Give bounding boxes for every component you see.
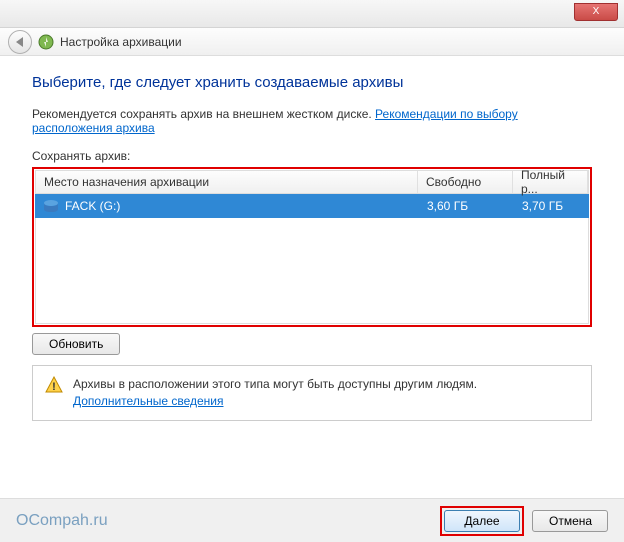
cell-total: 3,70 ГБ xyxy=(514,199,589,213)
table-header: Место назначения архивации Свободно Полн… xyxy=(35,170,589,194)
next-highlight: Далее xyxy=(440,506,524,536)
warning-link[interactable]: Дополнительные сведения xyxy=(73,394,223,408)
back-button[interactable] xyxy=(8,30,32,54)
page-heading: Выберите, где следует хранить создаваемы… xyxy=(32,74,592,91)
refresh-button[interactable]: Обновить xyxy=(32,333,120,355)
cancel-button[interactable]: Отмена xyxy=(532,510,608,532)
destination-table: Место назначения архивации Свободно Полн… xyxy=(32,167,592,327)
wizard-title: Настройка архивации xyxy=(60,35,182,49)
warning-text: Архивы в расположении этого типа могут б… xyxy=(73,376,477,410)
table-row[interactable]: FACK (G:) 3,60 ГБ 3,70 ГБ xyxy=(35,194,589,218)
disk-icon xyxy=(43,199,59,213)
footer: OCompah.ru Далее Отмена xyxy=(0,498,624,542)
wizard-header: Настройка архивации xyxy=(0,28,624,56)
cell-free: 3,60 ГБ xyxy=(419,199,514,213)
table-empty-area xyxy=(35,218,589,324)
save-label: Сохранять архив: xyxy=(32,149,592,163)
warning-box: ! Архивы в расположении этого типа могут… xyxy=(32,365,592,421)
warning-icon: ! xyxy=(45,376,63,394)
titlebar: X xyxy=(0,0,624,28)
svg-text:!: ! xyxy=(52,381,56,393)
col-destination[interactable]: Место назначения архивации xyxy=(36,171,418,193)
cell-destination: FACK (G:) xyxy=(35,199,419,213)
backup-wizard-icon xyxy=(38,34,54,50)
watermark: OCompah.ru xyxy=(16,512,108,530)
content-area: Выберите, где следует хранить создаваемы… xyxy=(0,56,624,433)
col-free[interactable]: Свободно xyxy=(418,171,513,193)
col-total[interactable]: Полный р... xyxy=(513,171,588,193)
recommendation-text: Рекомендуется сохранять архив на внешнем… xyxy=(32,107,592,135)
next-button[interactable]: Далее xyxy=(444,510,520,532)
arrow-left-icon xyxy=(16,37,23,47)
close-button[interactable]: X xyxy=(574,3,618,21)
